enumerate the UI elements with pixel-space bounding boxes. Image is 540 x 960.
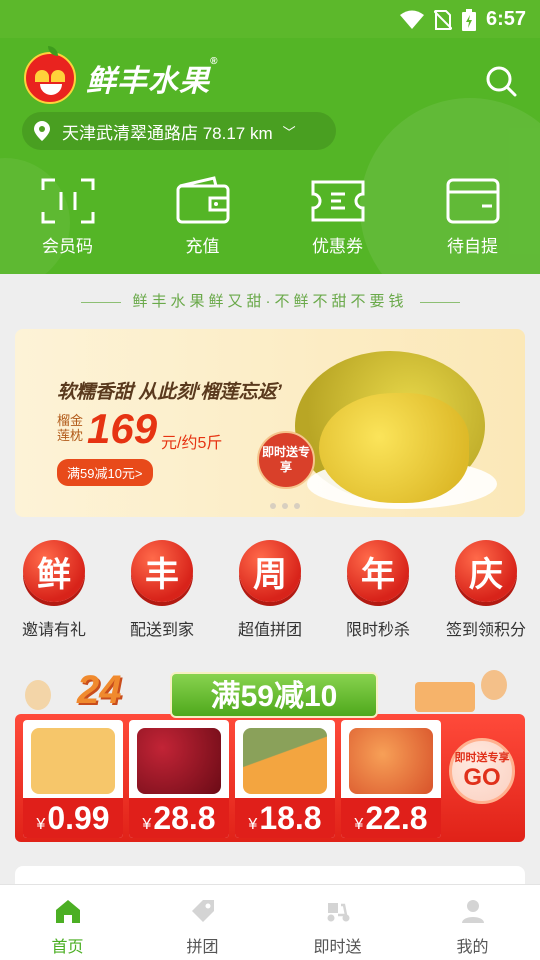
home-icon [55,900,80,923]
go-button[interactable]: 即时送专享 GO [449,738,515,804]
melon-cubes-image [31,728,115,794]
search-button[interactable] [484,64,518,98]
banner-promo-button[interactable]: 满59减10元> [57,459,153,486]
feature-badge-icon: 丰 [131,540,193,602]
carousel-indicator [270,503,300,509]
feature-checkin-points[interactable]: 庆 签到领积分 [432,540,540,640]
feature-badge-icon: 周 [239,540,301,602]
tag-icon [191,900,214,922]
product-card[interactable]: ¥28.8 [129,720,229,838]
scooter-icon [327,903,349,922]
quick-action-member-code[interactable]: 会员码 [0,176,135,257]
balloon-decoration [25,680,51,710]
banner-price: 169 [87,405,158,452]
pickup-box-icon [446,178,499,224]
product-card[interactable]: ¥0.99 [23,720,123,838]
clock: 6:57 [485,8,526,30]
bottom-tab-bar: 首页 拼团 即时送 我的 [0,884,540,960]
member-code-icon [41,178,94,224]
anniversary-badge: 24 [77,668,122,712]
product-card[interactable]: ¥18.8 [235,720,335,838]
promo-banner-durian[interactable]: 软糯香甜 从此刻‘榴莲忘返’ 榴金莲枕 169 元/约5斤 满59减10元> 即… [15,329,525,517]
hami-melon-image [243,728,327,794]
app-header: 鲜丰水果® 天津武清翠通路店 78.17 km ﹀ 会员码 充值 优惠券 待自提 [0,38,540,274]
chevron-down-icon: ﹀ [282,124,296,140]
quick-action-pickup[interactable]: 待自提 [405,176,540,257]
balloon-decoration [481,670,507,700]
instant-delivery-stamp: 即时送专享 [257,431,315,489]
banner-headline: 软糯香甜 从此刻‘榴莲忘返’ [57,382,282,403]
search-icon [486,66,517,97]
product-price: ¥18.8 [235,798,335,838]
user-icon [461,900,484,923]
feature-flash-sale[interactable]: 年 限时秒杀 [324,540,432,640]
store-name: 天津武清翠通路店 78.17 km [62,123,273,143]
divider [80,301,121,303]
quick-action-recharge[interactable]: 充值 [135,176,270,257]
discount-promo-section[interactable]: 24 满59减10 ¥0.99 ¥28.8 ¥18.8 ¥22.8 即时送专享 … [15,666,525,844]
feature-home-delivery[interactable]: 丰 配送到家 [108,540,216,640]
tab-group-buy[interactable]: 拼团 [135,885,270,960]
wallet-icon [176,176,229,224]
feature-badge-icon: 鲜 [23,540,85,602]
gift-box-decoration [415,682,475,712]
coupon-icon [311,180,364,222]
location-pin-icon [34,121,50,141]
feature-group-buy[interactable]: 周 超值拼团 [216,540,324,640]
tab-home[interactable]: 首页 [0,885,135,960]
sale-title: 满59减10 [170,672,378,718]
feature-shortcuts: 鲜 邀请有礼 丰 配送到家 周 超值拼团 年 限时秒杀 庆 签到领积分 [0,540,540,640]
tab-instant-delivery[interactable]: 即时送 [270,885,405,960]
feature-badge-icon: 庆 [455,540,517,602]
brand-name: 鲜丰水果® [86,56,219,98]
slogan: 鲜丰水果鲜又甜·不鲜不甜不要钱 [0,290,540,311]
store-selector[interactable]: 天津武清翠通路店 78.17 km ﹀ [22,112,336,150]
feature-badge-icon: 年 [347,540,409,602]
battery-icon [461,8,476,31]
product-card[interactable]: ¥22.8 [341,720,441,838]
banner-product-name: 榴金莲枕 [57,413,84,443]
product-price: ¥0.99 [23,798,123,838]
peaches-image [349,728,433,794]
product-price: ¥28.8 [129,798,229,838]
cherries-image [137,728,221,794]
product-price: ¥22.8 [341,798,441,838]
no-sim-icon [433,9,452,30]
feature-invite[interactable]: 鲜 邀请有礼 [0,540,108,640]
brand-logo: 鲜丰水果® [24,46,219,104]
wifi-icon [399,10,424,29]
durian-flesh-image [319,393,469,503]
logo-mascot-icon [24,46,76,104]
banner-price-unit: 元/约5斤 [161,435,223,452]
status-bar: 6:57 [0,0,540,38]
quick-actions: 会员码 充值 优惠券 待自提 [0,176,540,257]
quick-action-coupons[interactable]: 优惠券 [270,176,405,257]
divider [419,301,460,303]
tab-profile[interactable]: 我的 [405,885,540,960]
